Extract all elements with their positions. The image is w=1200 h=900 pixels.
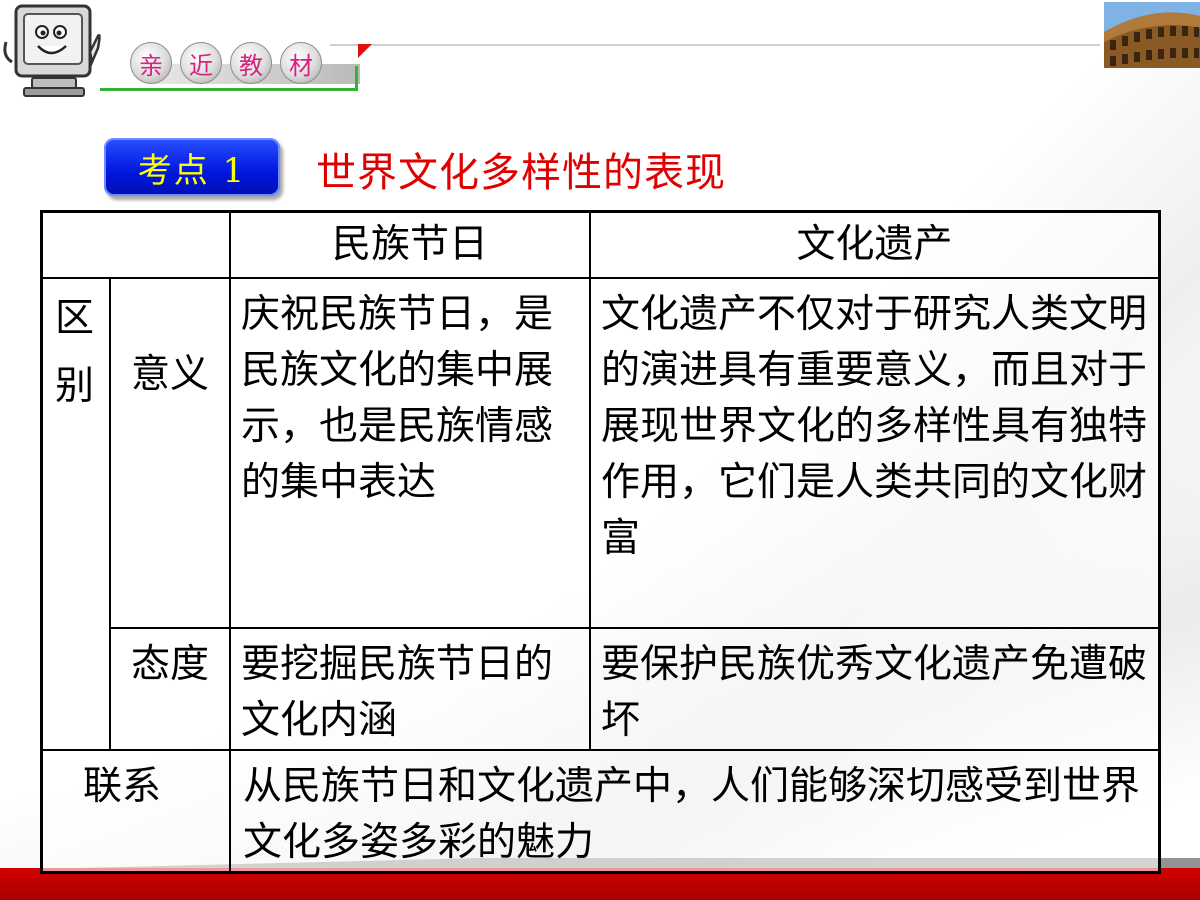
tab-char: 近 <box>180 42 222 84</box>
exam-point-badge: 考点 1 <box>104 138 280 196</box>
relation-cell: 从民族节日和文化遗产中，人们能够深切感受到世界文化多姿多彩的魅力 <box>243 764 1141 865</box>
header-divider <box>330 44 1100 46</box>
computer-mascot-icon <box>2 2 102 106</box>
meaning-festival-cell: 庆祝民族节日，是民族文化的集中展示，也是民族情感的集中表达 <box>231 279 591 629</box>
row-label-relation: 联系 <box>43 751 231 871</box>
comparison-table: 民族节日 文化遗产 区 别 意义 庆祝民族节日，是民族文化的集中展示，也是民族情… <box>40 210 1161 874</box>
green-underline-end <box>355 66 358 91</box>
table-corner-cell <box>43 213 231 279</box>
row-label-meaning: 意义 <box>111 279 231 629</box>
attitude-festival-cell: 要挖掘民族节日的文化内涵 <box>231 629 591 751</box>
tab-char: 亲 <box>130 42 172 84</box>
tab-char: 教 <box>230 42 272 84</box>
section-tabs: 亲 近 教 材 <box>130 42 322 84</box>
column-header-heritage: 文化遗产 <box>591 213 1158 279</box>
attitude-heritage-cell: 要保护民族优秀文化遗产免遭破坏 <box>591 629 1158 751</box>
group-label-char: 区 <box>55 296 95 341</box>
colosseum-photo <box>1104 2 1200 68</box>
row-group-difference: 区 别 <box>43 279 111 751</box>
column-header-festival: 民族节日 <box>231 213 591 279</box>
row-label-attitude: 态度 <box>111 629 231 751</box>
meaning-heritage-cell: 文化遗产不仅对于研究人类文明的演进具有重要意义，而且对于展现世界文化的多样性具有… <box>591 279 1158 629</box>
group-label-char: 别 <box>55 364 95 409</box>
tab-char: 材 <box>280 42 322 84</box>
page-title: 世界文化多样性的表现 <box>316 150 726 196</box>
green-underline <box>100 88 358 91</box>
